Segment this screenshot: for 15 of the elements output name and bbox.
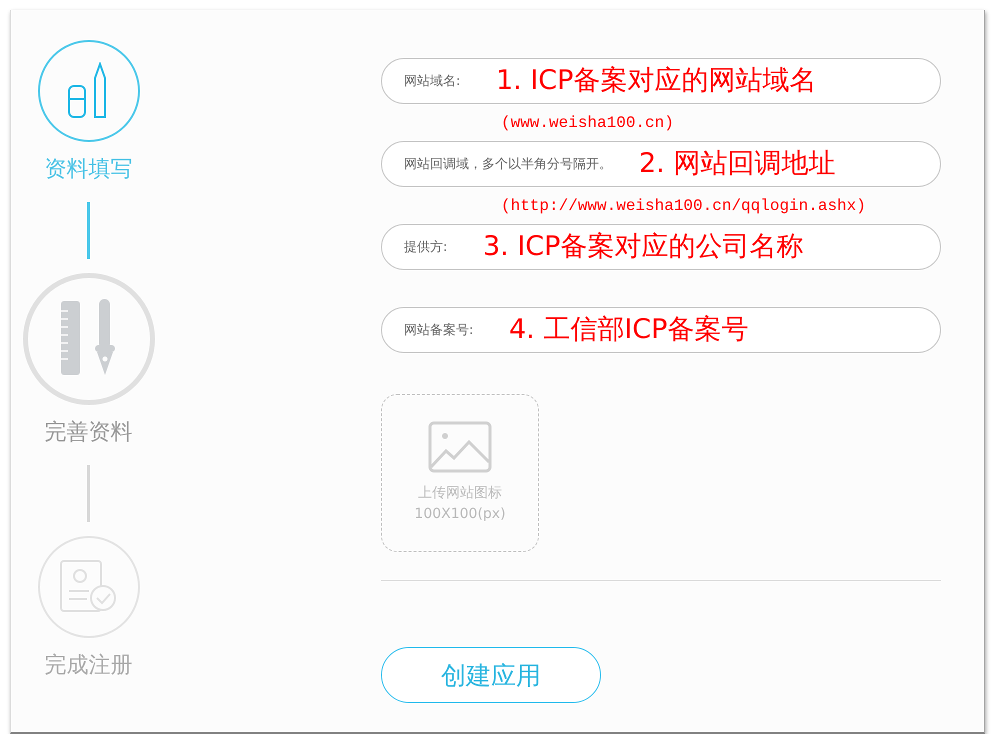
annotation-text: (http://www.weisha100.cn/qqlogin.ashx): [501, 196, 866, 214]
step-connector: [87, 202, 90, 259]
image-icon: [428, 421, 492, 473]
step-connector: [87, 465, 90, 522]
annotation-text: 4. 工信部ICP备案号: [509, 313, 748, 347]
step-label: 完善资料: [44, 419, 132, 447]
annotation-text: 3. ICP备案对应的公司名称: [483, 230, 804, 264]
profile-check-icon: [58, 559, 118, 615]
step-label: 资料填写: [44, 156, 132, 184]
annotation-text: 1. ICP备案对应的网站域名: [496, 64, 816, 98]
create-app-button[interactable]: 创建应用: [381, 647, 601, 703]
annotation-text: (www.weisha100.cn): [501, 114, 674, 132]
step-label: 完成注册: [44, 652, 132, 680]
upload-button[interactable]: 上传网站图标 100X100(px): [381, 394, 539, 552]
annotation-text: 2. 网站回调地址: [639, 147, 836, 181]
